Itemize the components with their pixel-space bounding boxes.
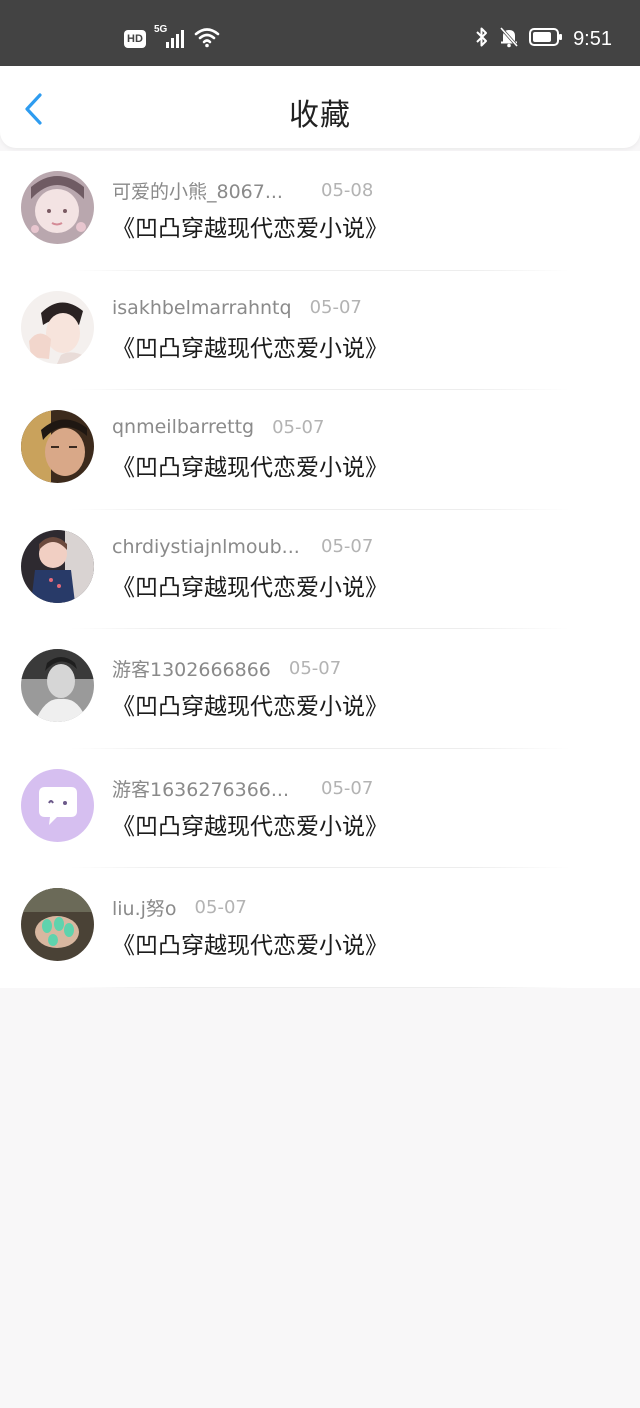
book-title[interactable]: 《凹凸穿越现代恋爱小说》: [112, 687, 388, 721]
book-title[interactable]: 《凹凸穿越现代恋爱小说》: [112, 329, 388, 363]
username[interactable]: isakhbelmarrahntq: [112, 297, 292, 319]
book-title[interactable]: 《凹凸穿越现代恋爱小说》: [112, 807, 388, 841]
anime-boy-avatar[interactable]: [21, 290, 94, 364]
chat-bubble-avatar[interactable]: [21, 768, 94, 842]
username[interactable]: 可爱的小熊_8067...: [112, 177, 321, 204]
favorites-list: 可爱的小熊_8067... 05-08 《凹凸穿越现代恋爱小说》 isakhbe…: [0, 151, 640, 988]
item-meta: isakhbelmarrahntq 05-07: [112, 297, 362, 319]
username[interactable]: chrdiystiajnlmoub...: [112, 536, 321, 558]
item-meta: 游客1302666866 05-07: [112, 655, 341, 682]
item-meta: chrdiystiajnlmoub... 05-07: [112, 536, 373, 558]
username[interactable]: liu.j努o: [112, 894, 177, 921]
status-bar-left: HD 5G: [124, 24, 220, 52]
status-bar: HD 5G 9:51: [0, 0, 640, 66]
wifi-icon: [194, 26, 220, 52]
green-nails-avatar[interactable]: [21, 888, 94, 961]
hd-icon: HD: [124, 30, 146, 48]
favorite-item[interactable]: 游客1636276366... 05-07 《凹凸穿越现代恋爱小说》: [0, 749, 640, 868]
favorite-item[interactable]: isakhbelmarrahntq 05-07 《凹凸穿越现代恋爱小说》: [0, 271, 640, 390]
post-date: 05-07: [309, 297, 362, 318]
post-date: 05-07: [321, 777, 374, 799]
post-date: 05-07: [321, 536, 374, 557]
item-meta: liu.j努o 05-07: [112, 894, 247, 921]
page-title: 收藏: [289, 98, 351, 133]
favorite-item[interactable]: liu.j努o 05-07 《凹凸穿越现代恋爱小说》: [0, 868, 640, 988]
favorite-item[interactable]: 游客1302666866 05-07 《凹凸穿越现代恋爱小说》: [0, 629, 640, 749]
clock-time: 9:51: [573, 27, 612, 50]
status-bar-right: 9:51: [475, 26, 612, 52]
bw-portrait-avatar[interactable]: [21, 649, 94, 722]
book-title[interactable]: 《凹凸穿越现代恋爱小说》: [112, 926, 388, 960]
item-meta: 游客1636276366... 05-07: [112, 775, 373, 802]
favorite-item[interactable]: 可爱的小熊_8067... 05-08 《凹凸穿越现代恋爱小说》: [0, 151, 640, 271]
bluetooth-icon: [475, 26, 489, 52]
book-title[interactable]: 《凹凸穿越现代恋爱小说》: [112, 209, 388, 243]
man-photo-avatar[interactable]: [21, 410, 94, 483]
top-navigation-bar: 收藏: [0, 66, 640, 148]
battery-icon: [529, 27, 563, 51]
child-photo-avatar[interactable]: [21, 529, 94, 603]
signal-icon: 5G: [154, 24, 186, 50]
post-date: 05-08: [321, 180, 374, 201]
item-meta: 可爱的小熊_8067... 05-08: [112, 177, 373, 204]
book-title[interactable]: 《凹凸穿越现代恋爱小说》: [112, 448, 388, 482]
girl-illustration-avatar[interactable]: [21, 171, 94, 244]
favorite-item[interactable]: qnmeilbarrettg 05-07 《凹凸穿越现代恋爱小说》: [0, 390, 640, 510]
username[interactable]: 游客1636276366...: [112, 775, 321, 802]
username[interactable]: qnmeilbarrettg: [112, 416, 254, 438]
book-title[interactable]: 《凹凸穿越现代恋爱小说》: [112, 568, 388, 602]
post-date: 05-07: [272, 416, 325, 438]
username[interactable]: 游客1302666866: [112, 655, 271, 682]
divider: [70, 986, 570, 988]
post-date: 05-07: [288, 658, 342, 679]
mute-bell-icon: [499, 26, 519, 52]
post-date: 05-07: [194, 897, 247, 918]
favorite-item[interactable]: chrdiystiajnlmoub... 05-07 《凹凸穿越现代恋爱小说》: [0, 510, 640, 629]
item-meta: qnmeilbarrettg 05-07: [112, 416, 324, 438]
